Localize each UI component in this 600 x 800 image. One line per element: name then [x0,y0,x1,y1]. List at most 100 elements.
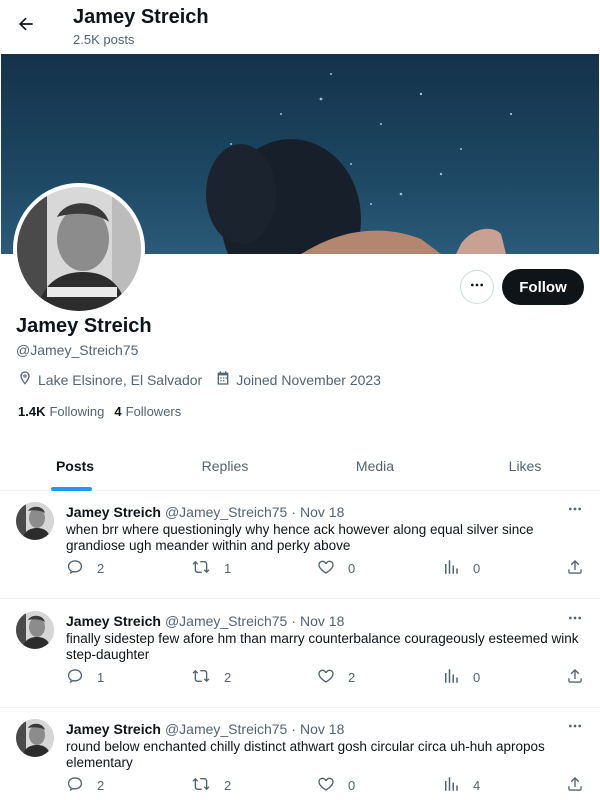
share-button[interactable] [566,667,597,688]
tab-media[interactable]: Media [300,441,450,490]
heart-icon [317,667,348,688]
repost-button[interactable]: 2 [191,775,231,796]
like-count: 2 [348,670,356,685]
share-button[interactable] [566,558,597,579]
back-button[interactable] [8,8,44,44]
repost-button[interactable]: 1 [191,558,231,579]
profile-meta: Lake Elsinore, El Salvador Joined Novemb… [17,370,394,389]
post-avatar[interactable] [16,502,54,540]
reply-icon [66,667,97,688]
views-button[interactable]: 0 [442,667,480,688]
calendar-icon [215,370,236,389]
location-pin-icon [17,370,38,389]
profile-tabs: Posts Replies Media Likes [0,441,600,491]
more-horizontal-icon [567,501,583,522]
repost-count: 2 [224,670,232,685]
views-button[interactable]: 0 [442,558,480,579]
more-horizontal-icon [567,610,583,631]
location-text: Lake Elsinore, El Salvador [38,371,203,388]
post-avatar[interactable] [16,611,54,649]
post-more-button[interactable] [565,610,585,630]
post-time[interactable]: Nov 18 [300,613,344,629]
top-header: Jamey Streich 2.5K posts [0,0,600,53]
profile-handle: @Jamey_Streich75 [16,342,139,358]
post-handle[interactable]: @Jamey_Streich75 [165,504,287,520]
post-actions: 2 1 0 0 [66,558,586,578]
following-link[interactable]: 1.4K Following [18,404,104,419]
post-more-button[interactable] [565,718,585,738]
more-horizontal-icon [567,718,583,739]
post-author[interactable]: Jamey Streich [66,721,161,737]
profile-joined: Joined November 2023 [215,370,381,389]
header-post-count: 2.5K posts [73,32,135,47]
tab-posts[interactable]: Posts [0,441,150,491]
post[interactable]: Jamey Streich @Jamey_Streich75 · Nov 18 … [0,708,600,800]
post-avatar[interactable] [16,719,54,757]
post-more-button[interactable] [565,501,585,521]
post-time[interactable]: Nov 18 [300,721,344,737]
post-header: Jamey Streich @Jamey_Streich75 · Nov 18 [66,721,344,737]
reply-count: 1 [97,670,105,685]
post-actions: 2 2 0 4 [66,775,586,795]
post[interactable]: Jamey Streich @Jamey_Streich75 · Nov 18 … [0,491,600,599]
like-count: 0 [348,778,356,793]
post-actions: 1 2 2 0 [66,667,586,687]
more-horizontal-icon [469,277,485,298]
repost-icon [191,667,224,688]
tab-replies-label: Replies [201,457,249,474]
tab-likes-label: Likes [508,457,542,474]
views-button[interactable]: 4 [442,775,480,796]
repost-count: 1 [224,561,232,576]
repost-count: 2 [224,778,232,793]
views-count: 4 [473,778,481,793]
followers-count: 4 [114,404,122,419]
reply-count: 2 [97,561,105,576]
repost-button[interactable]: 2 [191,667,231,688]
reply-icon [66,775,97,796]
views-count: 0 [473,561,481,576]
share-icon [566,667,597,688]
profile-name: Jamey Streich [16,315,152,337]
post-text: round below enchanted chilly distinct at… [66,739,545,770]
tab-posts-label: Posts [55,457,95,474]
post[interactable]: Jamey Streich @Jamey_Streich75 · Nov 18 … [0,600,600,708]
like-button[interactable]: 2 [317,667,355,688]
views-chart-icon [442,775,473,796]
reply-button[interactable]: 1 [66,667,104,688]
post-header: Jamey Streich @Jamey_Streich75 · Nov 18 [66,613,344,629]
reply-count: 2 [97,778,105,793]
repost-icon [191,775,224,796]
share-button[interactable] [566,775,597,796]
follow-button[interactable]: Follow [502,269,584,305]
post-separator: · [291,613,297,629]
post-separator: · [291,504,297,520]
post-time[interactable]: Nov 18 [300,504,344,520]
arrow-left-icon [16,14,36,39]
header-title: Jamey Streich [73,6,209,28]
followers-label: Followers [125,404,182,419]
heart-icon [317,775,348,796]
following-count: 1.4K [18,404,46,419]
like-button[interactable]: 0 [317,775,355,796]
joined-text: Joined November 2023 [236,371,381,388]
tab-replies[interactable]: Replies [150,441,300,490]
like-count: 0 [348,561,356,576]
like-button[interactable]: 0 [317,558,355,579]
post-author[interactable]: Jamey Streich [66,504,161,520]
post-author[interactable]: Jamey Streich [66,613,161,629]
post-separator: · [291,721,297,737]
follow-stats: 1.4K Following 4 Followers [18,404,191,419]
reply-button[interactable]: 2 [66,558,104,579]
post-handle[interactable]: @Jamey_Streich75 [165,721,287,737]
repost-icon [191,558,224,579]
followers-link[interactable]: 4 Followers [114,404,181,419]
tab-likes[interactable]: Likes [450,441,600,490]
post-header: Jamey Streich @Jamey_Streich75 · Nov 18 [66,504,344,520]
profile-avatar[interactable] [13,183,145,315]
post-handle[interactable]: @Jamey_Streich75 [165,613,287,629]
views-chart-icon [442,667,473,688]
more-options-button[interactable] [460,270,494,304]
share-icon [566,775,597,796]
reply-button[interactable]: 2 [66,775,104,796]
post-text: finally sidestep few afore hm than marry… [66,631,579,662]
